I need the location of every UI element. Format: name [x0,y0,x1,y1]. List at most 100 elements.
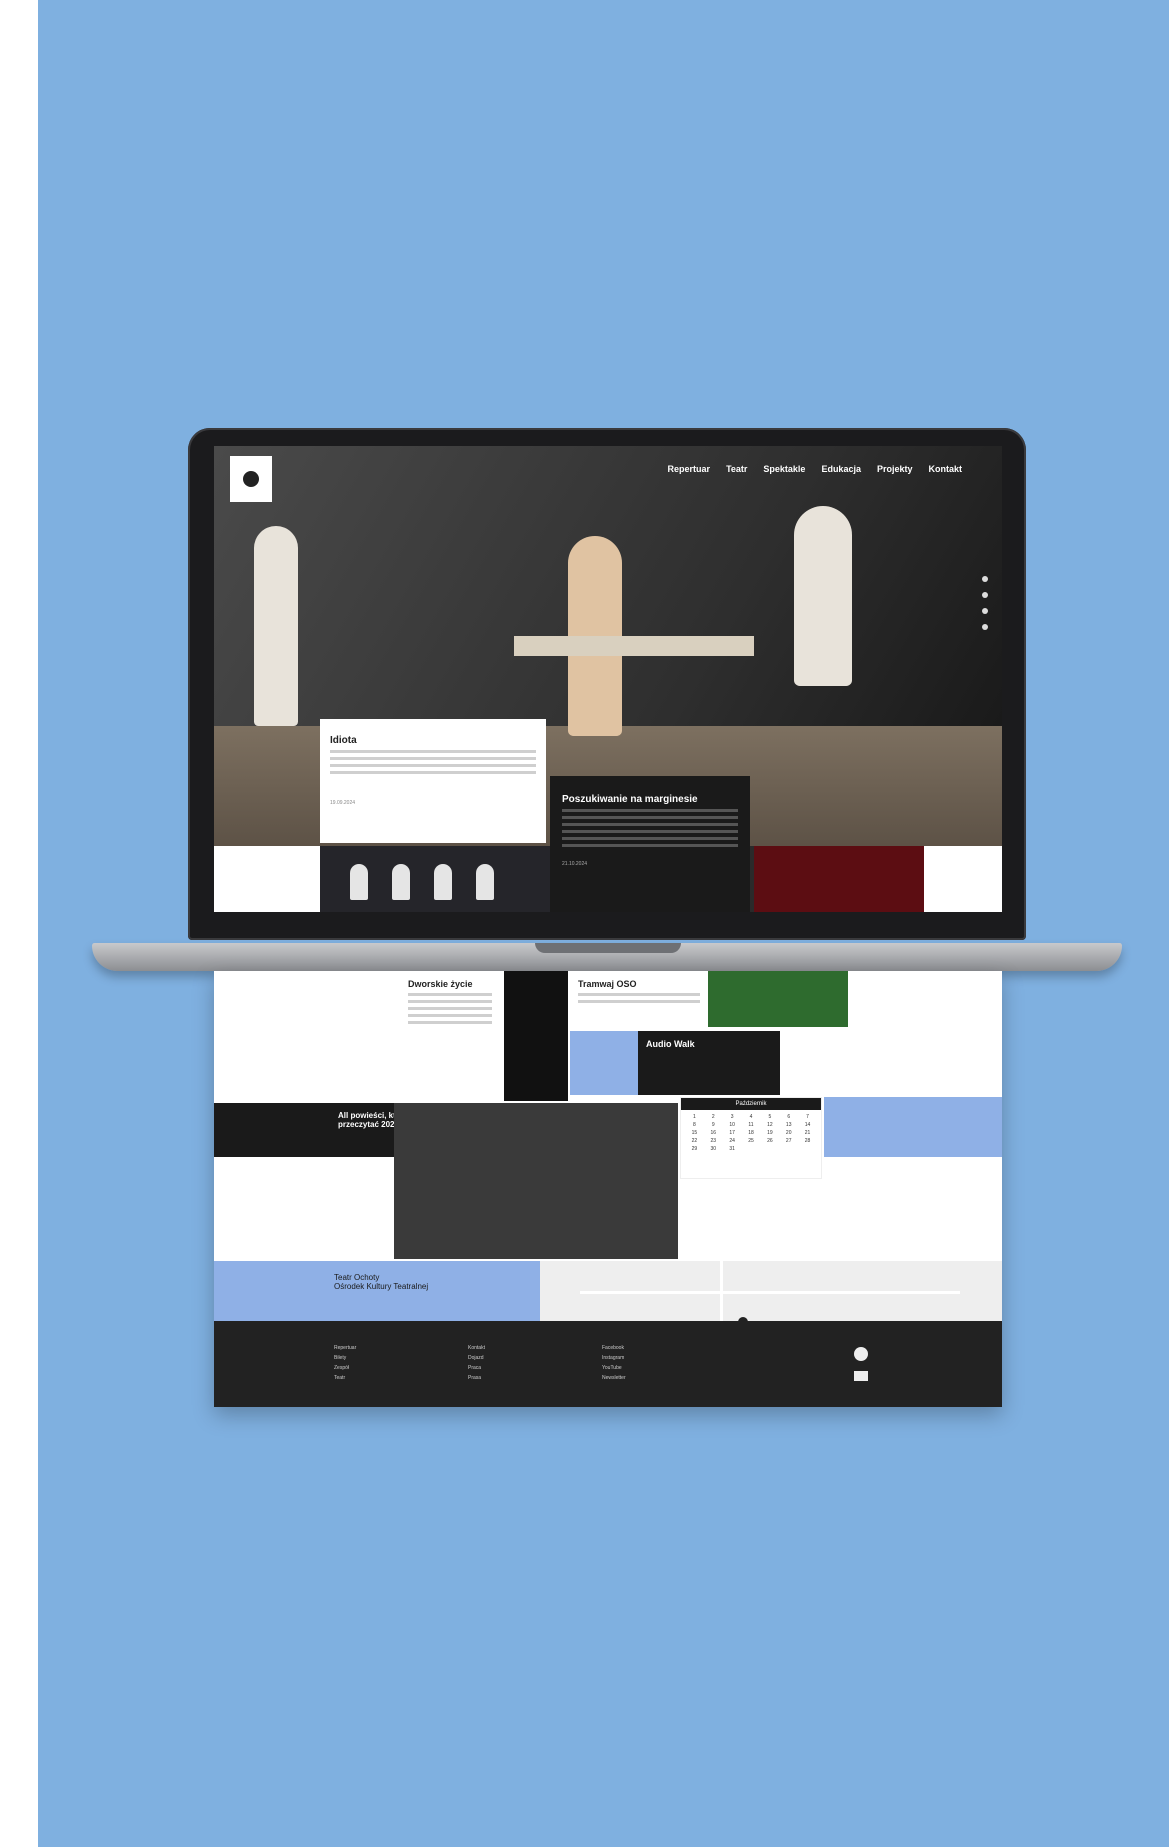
calendar-day[interactable]: 28 [798,1138,817,1144]
calendar-day[interactable]: 6 [779,1114,798,1120]
tile-blank [924,846,1002,912]
text-tile[interactable]: Tramwaj OSO [570,971,708,1031]
featured-event-date: 21.10.2024 [562,861,588,867]
youtube-icon[interactable] [982,624,988,630]
calendar-day[interactable]: 7 [798,1114,817,1120]
logo-icon [243,471,259,487]
nav-item[interactable]: Teatr [726,464,747,474]
actor-figure [794,506,852,686]
event-date: 19.09.2024 [330,800,356,806]
accent-tile[interactable] [570,1031,638,1095]
stage-table [514,636,754,656]
footer-link[interactable]: Zespół [334,1365,356,1371]
calendar-day[interactable]: 31 [723,1146,742,1152]
calendar-day[interactable]: 22 [685,1138,704,1144]
tile-title: Audio Walk [646,1039,695,1049]
tile-title: Tramwaj OSO [578,979,637,989]
featured-event-description [562,809,738,847]
laptop-screen: Repertuar Teatr Spektakle Edukacja Proje… [214,446,1002,912]
facebook-icon[interactable] [982,576,988,582]
nav-item[interactable]: Projekty [877,464,913,474]
venue-name: Teatr Ochoty [334,1273,380,1282]
footer-link[interactable]: Prasa [468,1375,485,1381]
page-continuation: Dworskie życie Tramwaj OSO Audio Walk Al… [214,971,1002,1407]
footer-badge-icon [854,1371,868,1381]
tile-audience-photo[interactable] [754,846,924,912]
footer-link[interactable]: Praca [468,1365,485,1371]
calendar-day[interactable]: 21 [798,1130,817,1136]
event-description [330,750,536,774]
calendar-day[interactable]: 13 [779,1122,798,1128]
calendar-day[interactable]: 15 [685,1130,704,1136]
calendar-day[interactable]: 23 [704,1138,723,1144]
calendar-day[interactable]: 24 [723,1138,742,1144]
social-links [982,576,988,630]
tile-description [578,993,700,1003]
footer-link[interactable]: Kontakt [468,1345,485,1351]
calendar-day[interactable]: 14 [798,1122,817,1128]
calendar-day[interactable]: 27 [779,1138,798,1144]
calendar-day[interactable]: 20 [779,1130,798,1136]
tile-blank [214,846,320,912]
location-map[interactable] [540,1261,1002,1321]
calendar-day[interactable]: 18 [742,1130,761,1136]
actor-figure [350,864,368,900]
calendar-day[interactable]: 12 [760,1122,779,1128]
footer-link[interactable]: Repertuar [334,1345,356,1351]
venue-subtitle: Ośrodek Kultury Teatralnej [334,1282,429,1291]
map-road [580,1291,960,1294]
calendar: Październik 1 2 3 4 5 6 7 8 9 10 11 12 13 14 15 16 17 18 1… [680,1097,822,1179]
tile-title: Dworskie życie [408,979,473,989]
main-nav: Repertuar Teatr Spektakle Edukacja Proje… [668,464,962,474]
actor-figure [392,864,410,900]
calendar-day[interactable]: 9 [704,1122,723,1128]
calendar-day[interactable]: 4 [742,1114,761,1120]
calendar-day[interactable]: 30 [704,1146,723,1152]
calendar-day[interactable]: 25 [742,1138,761,1144]
laptop-notch [535,943,681,953]
footer-column: Facebook Instagram YouTube Newsletter [602,1345,626,1381]
footer-link[interactable]: Dojazd [468,1355,485,1361]
dark-tile[interactable]: Audio Walk [638,1031,780,1095]
calendar-day[interactable]: 2 [704,1114,723,1120]
calendar-day[interactable]: 17 [723,1130,742,1136]
footer-link[interactable]: YouTube [602,1365,626,1371]
twitter-icon[interactable] [982,608,988,614]
footer-link[interactable]: Teatr [334,1375,356,1381]
group-photo[interactable] [394,1103,678,1259]
footer-link[interactable]: Newsletter [602,1375,626,1381]
footer-link[interactable]: Instagram [602,1355,626,1361]
tile-photo[interactable] [320,846,550,912]
footer-link[interactable]: Bilety [334,1355,356,1361]
calendar-day[interactable]: 3 [723,1114,742,1120]
event-title: Idiota [330,735,357,746]
calendar-day[interactable]: 1 [685,1114,704,1120]
photo-tile[interactable] [504,971,568,1101]
footer-logo-icon [854,1347,868,1361]
calendar-month: Październik [681,1098,821,1110]
footer-link[interactable]: Facebook [602,1345,626,1351]
address-tile: Teatr Ochoty Ośrodek Kultury Teatralnej [214,1261,540,1321]
footer-column: Kontakt Dojazd Praca Prasa [468,1345,485,1381]
instagram-icon[interactable] [982,592,988,598]
calendar-grid: 1 2 3 4 5 6 7 8 9 10 11 12 13 14 15 16 17 18 19 20 21 22 23 24 2… [681,1110,821,1156]
photo-tile[interactable] [708,971,848,1027]
calendar-day[interactable]: 8 [685,1122,704,1128]
calendar-day[interactable]: 19 [760,1130,779,1136]
featured-event-card[interactable]: Poszukiwanie na marginesie 21.10.2024 [550,776,750,912]
calendar-day[interactable]: 10 [723,1122,742,1128]
event-card[interactable]: Idiota 19.09.2024 [320,719,546,843]
calendar-day[interactable]: 5 [760,1114,779,1120]
accent-tile[interactable] [824,1097,1002,1157]
calendar-day[interactable]: 16 [704,1130,723,1136]
nav-item[interactable]: Spektakle [763,464,805,474]
calendar-day[interactable]: 29 [685,1146,704,1152]
site-logo[interactable] [230,456,272,502]
nav-item[interactable]: Kontakt [929,464,963,474]
nav-item[interactable]: Edukacja [821,464,861,474]
text-tile[interactable]: Dworskie życie [400,971,500,1101]
calendar-day[interactable]: 26 [760,1138,779,1144]
nav-item[interactable]: Repertuar [668,464,711,474]
footer-column: Repertuar Bilety Zespół Teatr [334,1345,356,1381]
calendar-day[interactable]: 11 [742,1122,761,1128]
